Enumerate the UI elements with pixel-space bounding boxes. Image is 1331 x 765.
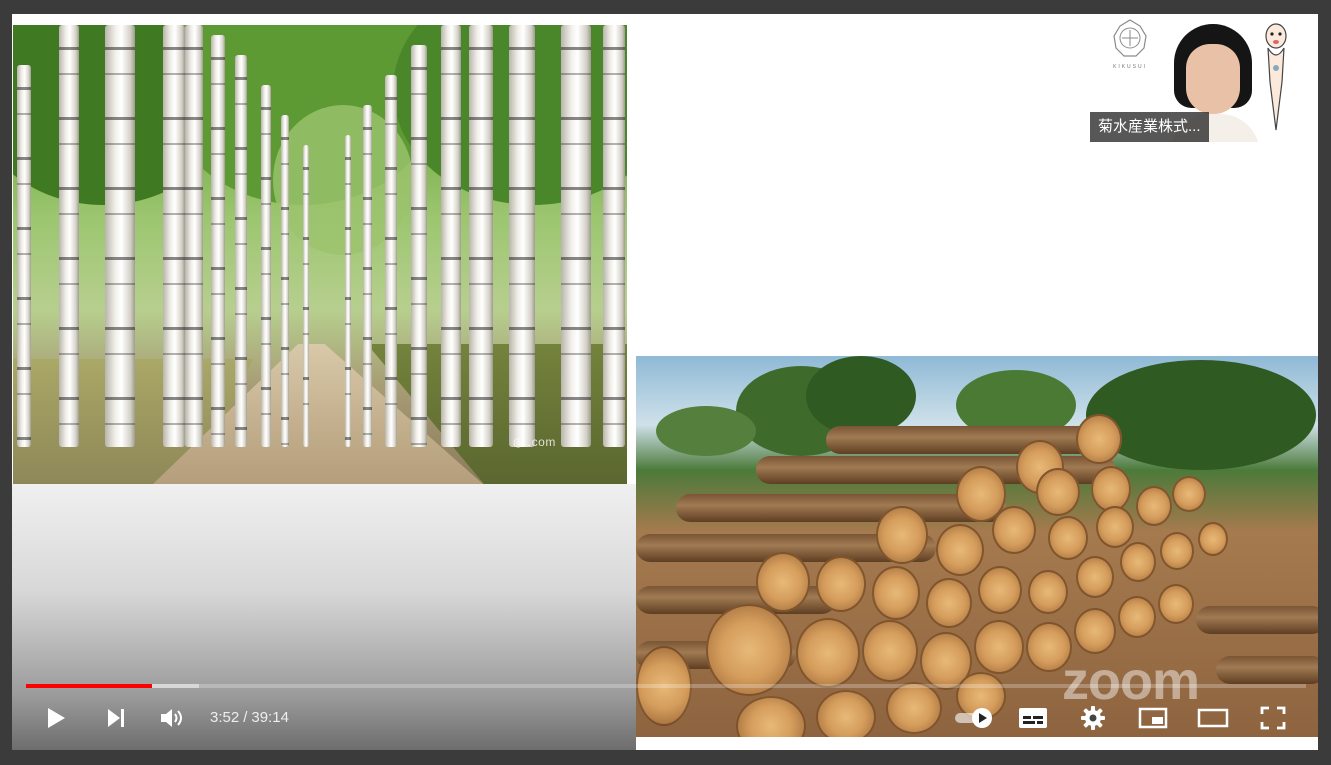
gear-icon	[1081, 706, 1105, 730]
time-display: 3:52/39:14	[210, 709, 289, 726]
log-pile-photo	[636, 356, 1318, 737]
autoplay-toggle[interactable]	[952, 702, 998, 734]
settings-button[interactable]	[1076, 702, 1110, 734]
photo-watermark: ◎ .com	[513, 435, 556, 449]
birch-forest-photo: ◎ .com	[13, 25, 627, 484]
time-separator: /	[243, 709, 248, 726]
autoplay-toggle-icon	[955, 708, 992, 728]
miniplayer-icon	[1138, 707, 1168, 729]
subtitles-icon	[1019, 708, 1047, 728]
theater-mode-button[interactable]	[1194, 702, 1232, 734]
progress-bar[interactable]	[26, 684, 1306, 688]
theater-mode-icon	[1197, 708, 1229, 728]
kikusui-logo: KIKUSUI	[1108, 18, 1152, 78]
play-button[interactable]	[40, 702, 72, 734]
play-icon	[48, 708, 65, 728]
speaker-video-tile[interactable]: KIKUSUI 菊水産業株式...	[1090, 14, 1308, 142]
video-frame[interactable]: ◎ .com zoom KIKUSUI 菊水産業株式...	[12, 14, 1318, 750]
fullscreen-icon	[1260, 706, 1286, 730]
progress-played	[26, 684, 152, 688]
kikusui-crest-icon	[1113, 19, 1147, 57]
current-time: 3:52	[210, 709, 240, 726]
volume-button[interactable]	[156, 702, 190, 734]
fullscreen-button[interactable]	[1256, 702, 1290, 734]
miniplayer-button[interactable]	[1136, 702, 1170, 734]
duration: 39:14	[251, 709, 289, 726]
volume-icon	[161, 709, 182, 727]
next-button[interactable]	[100, 702, 132, 734]
skip-next-icon	[108, 709, 124, 727]
logo-text: KIKUSUI	[1112, 64, 1147, 70]
speaker-name-label: 菊水産業株式...	[1090, 112, 1209, 142]
mascot-icon	[1265, 23, 1287, 131]
subtitles-button[interactable]	[1016, 702, 1050, 734]
